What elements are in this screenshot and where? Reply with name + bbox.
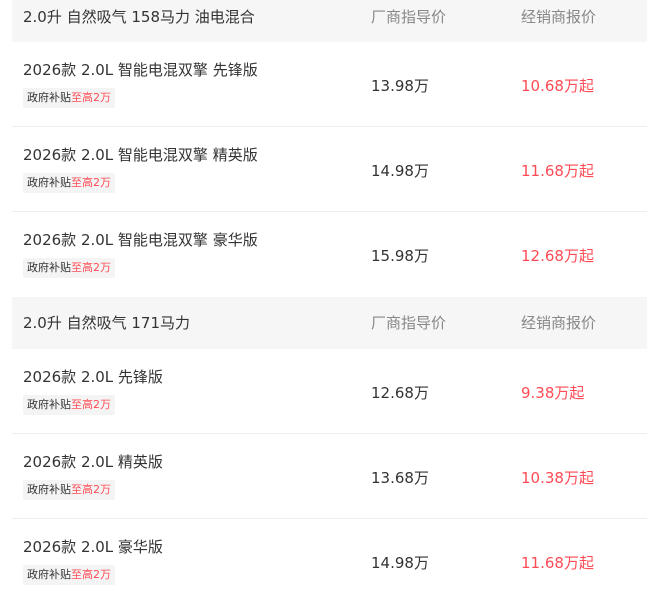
trim-row[interactable]: 2026款 2.0L 智能电混双擎 豪华版 政府补贴至高2万 15.98万 12…	[12, 212, 647, 297]
msrp-value: 13.68万	[371, 469, 429, 487]
group-header-158hp: 2.0升 自然吸气 158马力 油电混合 厂商指导价 经销商报价	[12, 0, 647, 42]
column-header-msrp: 厂商指导价	[371, 8, 447, 26]
dealer-price-link[interactable]: 10.68万起	[521, 75, 594, 96]
subsidy-amount: 至高2万	[71, 483, 111, 496]
dealer-price-link[interactable]: 10.38万起	[521, 467, 594, 488]
subsidy-badge: 政府补贴至高2万	[23, 173, 115, 193]
msrp-value: 13.98万	[371, 77, 429, 95]
subsidy-amount: 至高2万	[71, 91, 111, 104]
trim-row[interactable]: 2026款 2.0L 智能电混双擎 先锋版 政府补贴至高2万 13.98万 10…	[12, 42, 647, 127]
dealer-price-link[interactable]: 11.68万起	[521, 552, 594, 573]
msrp-value: 15.98万	[371, 247, 429, 265]
subsidy-badge: 政府补贴至高2万	[23, 88, 115, 108]
price-list: 2.0升 自然吸气 158马力 油电混合 厂商指导价 经销商报价 2026款 2…	[12, 0, 647, 598]
group-title: 2.0升 自然吸气 158马力 油电混合	[23, 8, 255, 26]
price-list-page: 2.0升 自然吸气 158马力 油电混合 厂商指导价 经销商报价 2026款 2…	[0, 0, 647, 598]
subsidy-label: 政府补贴	[27, 483, 71, 496]
trim-name-link[interactable]: 2026款 2.0L 智能电混双擎 精英版	[23, 144, 258, 165]
subsidy-badge: 政府补贴至高2万	[23, 258, 115, 278]
trim-name-link[interactable]: 2026款 2.0L 先锋版	[23, 366, 163, 387]
group-header-171hp: 2.0升 自然吸气 171马力 厂商指导价 经销商报价	[12, 297, 647, 349]
column-header-dealer-price: 经销商报价	[521, 8, 597, 26]
dealer-price-link[interactable]: 12.68万起	[521, 245, 594, 266]
subsidy-amount: 至高2万	[71, 568, 111, 581]
subsidy-label: 政府补贴	[27, 176, 71, 189]
trim-name-link[interactable]: 2026款 2.0L 豪华版	[23, 536, 163, 557]
column-header-msrp: 厂商指导价	[371, 314, 447, 332]
column-header-dealer-price: 经销商报价	[521, 314, 597, 332]
subsidy-label: 政府补贴	[27, 91, 71, 104]
trim-name-link[interactable]: 2026款 2.0L 精英版	[23, 451, 163, 472]
dealer-price-link[interactable]: 11.68万起	[521, 160, 594, 181]
subsidy-label: 政府补贴	[27, 568, 71, 581]
subsidy-amount: 至高2万	[71, 398, 111, 411]
trim-row[interactable]: 2026款 2.0L 精英版 政府补贴至高2万 13.68万 10.38万起	[12, 434, 647, 519]
msrp-value: 14.98万	[371, 554, 429, 572]
subsidy-amount: 至高2万	[71, 176, 111, 189]
subsidy-label: 政府补贴	[27, 261, 71, 274]
trim-name-link[interactable]: 2026款 2.0L 智能电混双擎 先锋版	[23, 59, 258, 80]
trim-name-link[interactable]: 2026款 2.0L 智能电混双擎 豪华版	[23, 229, 258, 250]
dealer-price-link[interactable]: 9.38万起	[521, 382, 584, 403]
msrp-value: 14.98万	[371, 162, 429, 180]
trim-row[interactable]: 2026款 2.0L 豪华版 政府补贴至高2万 14.98万 11.68万起	[12, 519, 647, 598]
subsidy-amount: 至高2万	[71, 261, 111, 274]
subsidy-badge: 政府补贴至高2万	[23, 395, 115, 415]
trim-row[interactable]: 2026款 2.0L 智能电混双擎 精英版 政府补贴至高2万 14.98万 11…	[12, 127, 647, 212]
msrp-value: 12.68万	[371, 384, 429, 402]
subsidy-badge: 政府补贴至高2万	[23, 565, 115, 585]
group-title: 2.0升 自然吸气 171马力	[23, 314, 191, 332]
trim-row[interactable]: 2026款 2.0L 先锋版 政府补贴至高2万 12.68万 9.38万起	[12, 349, 647, 434]
subsidy-label: 政府补贴	[27, 398, 71, 411]
subsidy-badge: 政府补贴至高2万	[23, 480, 115, 500]
